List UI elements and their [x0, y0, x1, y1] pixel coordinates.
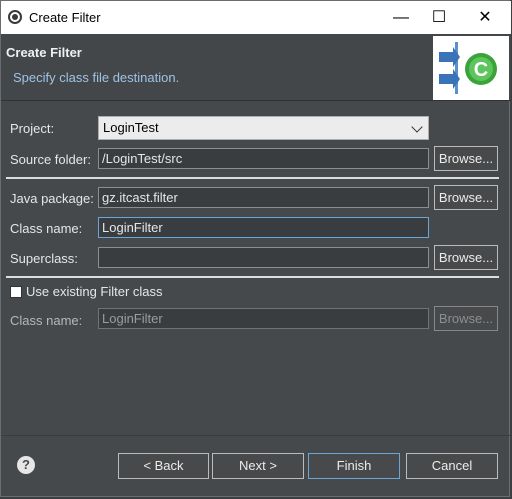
close-button[interactable]: ✕	[465, 5, 505, 31]
create-filter-dialog: Create Filter — ☐ ✕ Create Filter Specif…	[0, 0, 511, 497]
browse-superclass-button[interactable]: Browse...	[434, 245, 498, 270]
project-value: LoginTest	[103, 120, 159, 135]
browse-existing-button: Browse...	[434, 306, 498, 331]
back-button[interactable]: < Back	[118, 453, 209, 479]
new-class-wizard-icon: C	[433, 36, 509, 100]
page-subtitle: Specify class file destination.	[13, 70, 180, 85]
footer-divider	[1, 435, 511, 436]
next-button[interactable]: Next >	[212, 453, 304, 479]
title-bar: Create Filter — ☐ ✕	[1, 1, 511, 34]
browse-source-button[interactable]: Browse...	[434, 146, 498, 171]
superclass-label: Superclass:	[10, 251, 78, 266]
source-folder-field[interactable]: /LoginTest/src	[98, 148, 429, 169]
class-name-field[interactable]: LoginFilter	[98, 217, 429, 238]
separator	[6, 177, 499, 179]
minimize-button[interactable]: —	[381, 5, 421, 31]
project-label: Project:	[10, 121, 55, 136]
maximize-button[interactable]: ☐	[419, 5, 459, 31]
separator	[6, 276, 499, 278]
window-title: Create Filter	[29, 10, 101, 25]
existing-class-name-label: Class name:	[10, 313, 83, 328]
project-combo[interactable]: LoginTest	[98, 116, 429, 140]
wizard-header: Create Filter Specify class file destina…	[1, 34, 511, 101]
use-existing-checkbox[interactable]	[10, 286, 22, 298]
java-package-label: Java package:	[10, 191, 94, 206]
svg-text:C: C	[474, 59, 488, 81]
help-icon[interactable]: ?	[17, 456, 35, 474]
eclipse-icon	[8, 10, 22, 24]
finish-button[interactable]: Finish	[308, 453, 400, 479]
page-title: Create Filter	[6, 45, 82, 60]
existing-class-name-field: LoginFilter	[98, 308, 429, 329]
class-name-label: Class name:	[10, 221, 83, 236]
superclass-field[interactable]	[98, 247, 429, 268]
chevron-down-icon	[411, 121, 423, 133]
use-existing-label[interactable]: Use existing Filter class	[26, 284, 163, 299]
source-folder-label: Source folder:	[10, 152, 91, 167]
cancel-button[interactable]: Cancel	[406, 453, 498, 479]
browse-package-button[interactable]: Browse...	[434, 185, 498, 210]
java-package-field[interactable]: gz.itcast.filter	[98, 187, 429, 208]
